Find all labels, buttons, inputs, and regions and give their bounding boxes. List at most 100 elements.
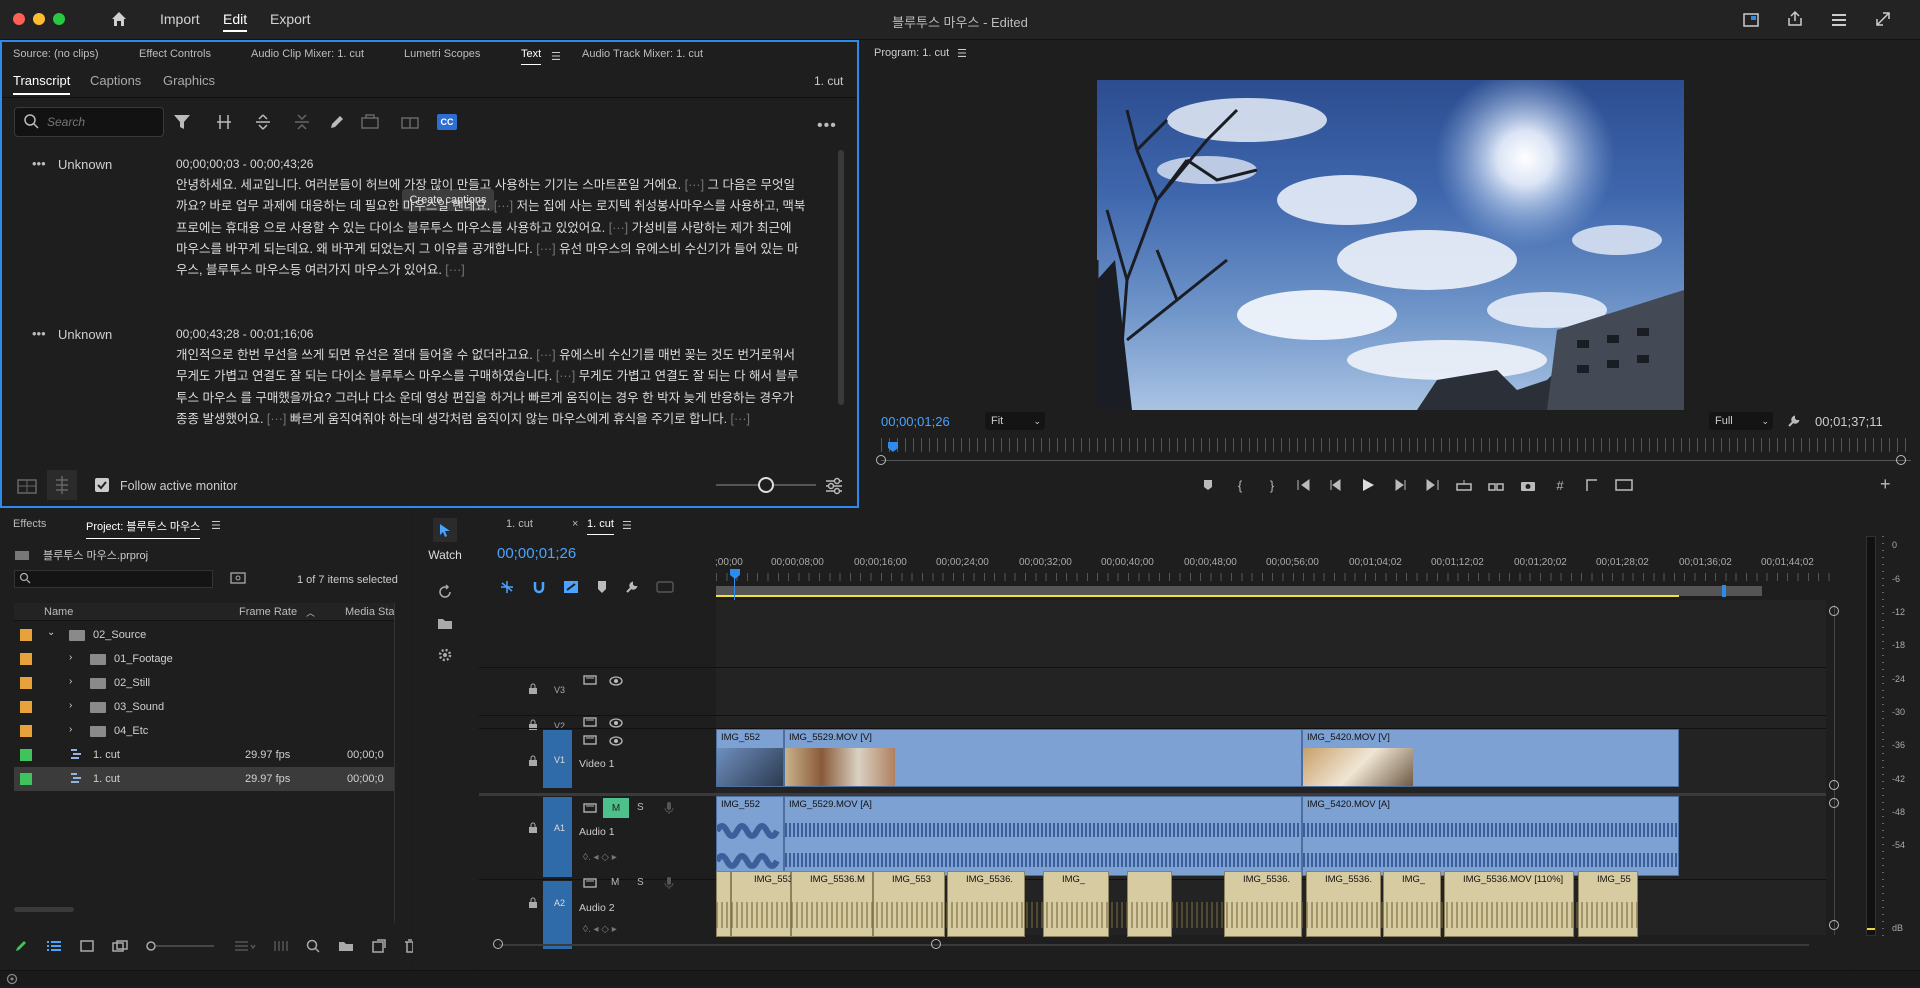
camera-icon[interactable]	[1519, 476, 1537, 494]
list-item[interactable]: › 04_Etc	[14, 719, 394, 743]
settings-sliders-icon[interactable]	[824, 476, 844, 499]
label-color[interactable]	[20, 749, 32, 761]
sync-lock-icon[interactable]	[583, 802, 597, 816]
add-marker-icon[interactable]	[1199, 476, 1217, 494]
lock-icon[interactable]	[528, 683, 538, 698]
video-clip[interactable]: IMG_5420.MOV [V]	[1302, 729, 1679, 787]
eye-icon[interactable]	[609, 675, 623, 689]
hscroll-end[interactable]	[931, 939, 941, 949]
more-options-icon[interactable]: •••	[817, 117, 837, 135]
pause-marker[interactable]: [···]	[556, 369, 575, 383]
follow-monitor-checkbox[interactable]	[95, 478, 109, 492]
mute-button[interactable]: M	[603, 798, 629, 818]
transcript-scrollbar[interactable]	[838, 150, 844, 405]
extract-icon[interactable]	[1487, 476, 1505, 494]
add-button-icon[interactable]: +	[1880, 474, 1891, 495]
column-frame-rate[interactable]: Frame Rate	[239, 606, 297, 618]
lock-icon[interactable]	[528, 897, 538, 912]
label-color[interactable]	[20, 629, 32, 641]
speaker-menu-icon[interactable]: •••	[32, 326, 46, 341]
label-color[interactable]	[20, 773, 32, 785]
monitor-ruler[interactable]	[881, 438, 1911, 452]
go-to-out-icon[interactable]	[1423, 476, 1441, 494]
panel-menu-icon[interactable]: ☰	[957, 47, 967, 60]
audio-clip[interactable]: IMG_553	[731, 871, 793, 937]
monitor-scroll-track[interactable]	[881, 460, 1911, 461]
project-hscrollbar[interactable]	[14, 907, 74, 912]
audio-clip[interactable]: IMG_552	[716, 796, 784, 876]
work-area-end[interactable]	[1722, 585, 1726, 597]
panel-menu-icon[interactable]: ☰	[622, 519, 632, 532]
audio-clip[interactable]: IMG_5536.MOV [110%]	[1444, 871, 1574, 937]
audio-clip[interactable]: IMG_	[1383, 871, 1441, 937]
vscroll-handle[interactable]	[1829, 780, 1839, 790]
solo-button[interactable]: S	[637, 802, 644, 813]
safe-margins-icon[interactable]: #	[1551, 476, 1569, 494]
monitor-scroll-end[interactable]	[1896, 455, 1906, 465]
sync-lock-icon[interactable]	[583, 734, 597, 748]
vscroll-handle[interactable]	[1829, 606, 1839, 616]
chevron-right-icon[interactable]: ›	[69, 652, 72, 663]
transcript-search[interactable]	[14, 107, 164, 137]
transcript-paragraph[interactable]: 안녕하세요. 세교입니다. 여러분들이 허브에 가장 많이 만들고 사용하는 기…	[176, 175, 836, 281]
find-icon[interactable]	[306, 939, 320, 956]
list-view-button[interactable]	[47, 470, 77, 500]
sync-lock-icon[interactable]	[583, 877, 597, 891]
pause-marker[interactable]: [···]	[731, 412, 750, 426]
create-captions-button[interactable]: CC	[437, 114, 457, 130]
label-color[interactable]	[20, 701, 32, 713]
pencil-icon[interactable]	[14, 939, 28, 956]
grid-view-icon[interactable]	[16, 476, 38, 499]
chevron-right-icon[interactable]: ›	[69, 724, 72, 735]
pause-marker[interactable]: [···]	[267, 412, 286, 426]
audio-clip[interactable]	[716, 871, 731, 937]
sequence-tab-active[interactable]: 1. cut	[587, 518, 614, 535]
track-v1-label[interactable]: V1	[554, 755, 565, 765]
collapse-icon[interactable]	[292, 112, 312, 135]
list-item[interactable]: 1. cut 29.97 fps 00;00;0	[14, 743, 394, 767]
hscroll-start[interactable]	[493, 939, 503, 949]
pause-marker[interactable]: [···]	[685, 178, 704, 192]
captions-tab[interactable]: Captions	[90, 73, 141, 88]
audio-clip[interactable]: IMG_5536.	[947, 871, 1025, 937]
selection-tool-icon[interactable]	[433, 518, 457, 542]
list-item[interactable]: › 01_Footage	[14, 647, 394, 671]
timeline-timecode[interactable]: 00;00;01;26	[497, 545, 576, 562]
sort-up-icon[interactable]: ︿	[306, 606, 315, 619]
microphone-icon[interactable]	[664, 801, 674, 818]
audio-clip[interactable]: IMG_5420.MOV [A]	[1302, 796, 1679, 876]
vscroll-handle[interactable]	[1829, 798, 1839, 808]
go-to-in-icon[interactable]	[1295, 476, 1313, 494]
wrench-icon[interactable]	[1787, 414, 1801, 431]
audio-clip[interactable]: IMG_	[1043, 871, 1109, 937]
new-item-icon[interactable]	[372, 939, 386, 956]
chevron-down-icon[interactable]: ⌄	[47, 627, 55, 638]
video-clip[interactable]: IMG_552	[716, 729, 784, 787]
step-forward-icon[interactable]	[1391, 476, 1409, 494]
vr-view-icon[interactable]	[1615, 476, 1633, 494]
add-marker-icon[interactable]	[596, 580, 608, 597]
column-name[interactable]: Name	[44, 606, 73, 618]
pencil-icon[interactable]	[327, 112, 347, 135]
column-media-start[interactable]: Media Sta	[345, 606, 395, 618]
zoom-select[interactable]: Fit ⌄	[985, 412, 1045, 430]
share-icon[interactable]	[1786, 10, 1804, 31]
source-tab[interactable]: Source: (no clips)	[13, 48, 99, 60]
effects-tab[interactable]: Effects	[13, 518, 46, 530]
nest-icon[interactable]	[499, 580, 515, 597]
speaker-label[interactable]: Unknown	[58, 157, 112, 172]
audio-track-mixer-tab[interactable]: Audio Track Mixer: 1. cut	[582, 48, 703, 60]
audio-clip[interactable]	[1127, 871, 1172, 937]
label-color[interactable]	[20, 677, 32, 689]
label-color[interactable]	[20, 725, 32, 737]
speaker-label[interactable]: Unknown	[58, 327, 112, 342]
project-tab[interactable]: Project: 블루투스 마우스	[86, 518, 201, 539]
close-icon[interactable]: ×	[572, 518, 578, 530]
captions-icon[interactable]	[656, 580, 674, 597]
filter-icon[interactable]	[172, 112, 192, 135]
track-v3-label[interactable]: V3	[554, 685, 565, 695]
refresh-icon[interactable]	[437, 584, 453, 603]
lumetri-scopes-tab[interactable]: Lumetri Scopes	[404, 48, 480, 60]
thumbnail-size-slider[interactable]	[146, 940, 216, 955]
lock-icon[interactable]	[528, 822, 538, 837]
